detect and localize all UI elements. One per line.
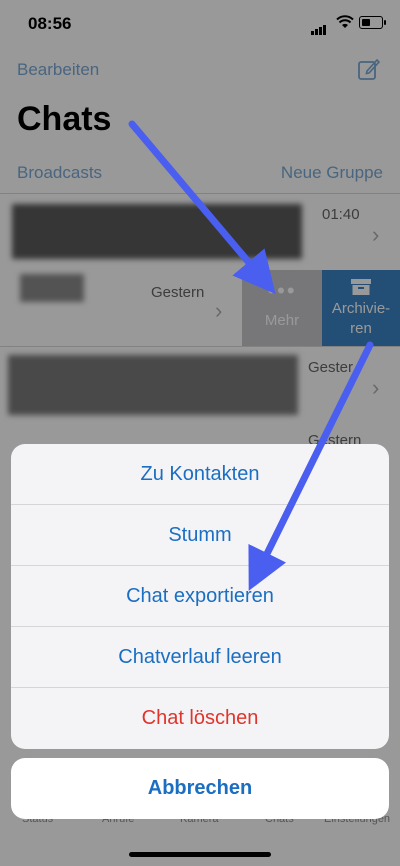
arrow-to-export bbox=[248, 341, 374, 591]
annotation-arrows bbox=[128, 120, 374, 591]
home-indicator bbox=[129, 852, 271, 857]
arrow-to-more bbox=[128, 120, 276, 295]
